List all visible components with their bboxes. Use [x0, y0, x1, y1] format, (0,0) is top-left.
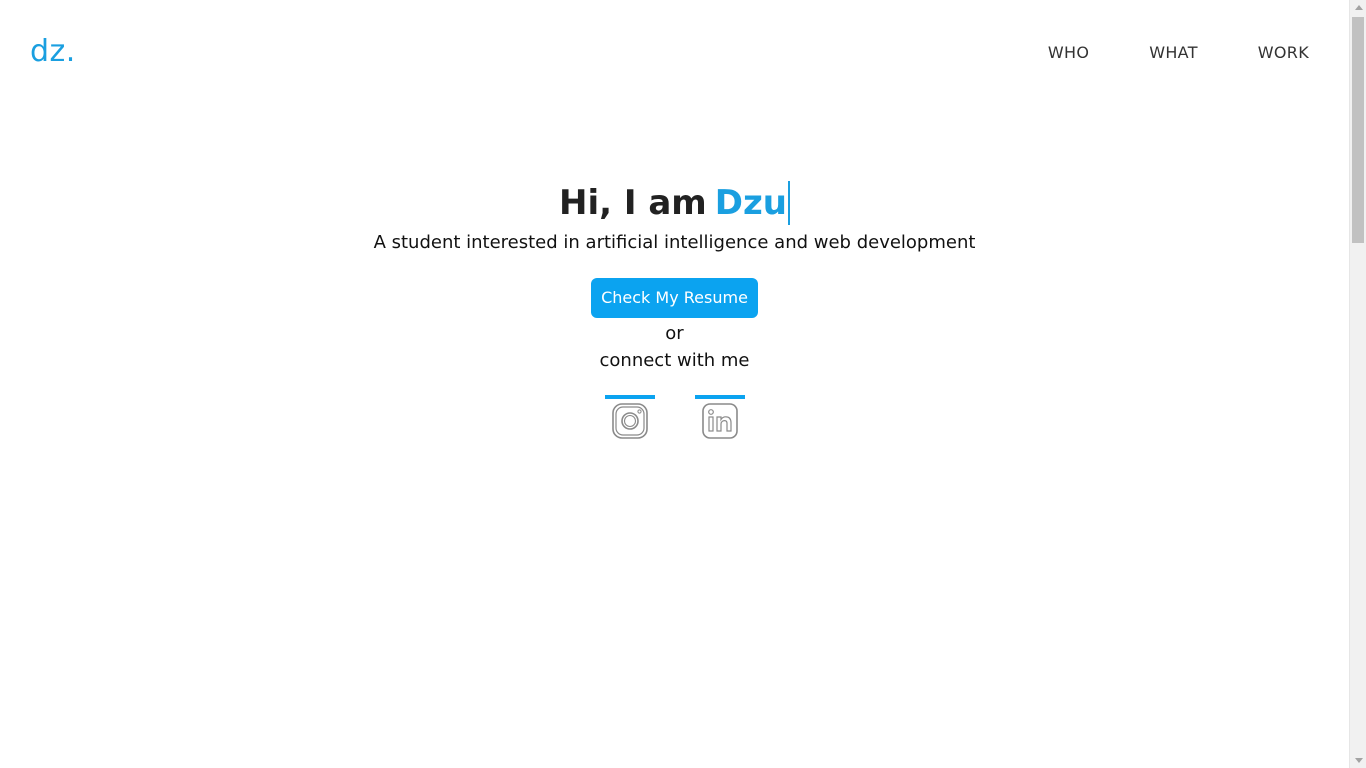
hero-subtitle: A student interested in artificial intel… — [373, 232, 976, 253]
linkedin-link[interactable] — [694, 395, 745, 441]
hero-section: Hi, I am Dzu A student interested in art… — [0, 178, 1349, 441]
or-text: or — [665, 323, 684, 344]
nav-item-what: WHAT — [1149, 43, 1198, 63]
nav-link-who[interactable]: WHO — [1048, 43, 1089, 62]
page: dz. WHO WHAT WORK Hi, I am Dzu A student… — [0, 0, 1366, 768]
social-links — [604, 395, 745, 441]
linkedin-accent-bar — [694, 395, 745, 399]
nav-item-work: WORK — [1258, 43, 1309, 63]
scrollbar-thumb[interactable] — [1352, 17, 1364, 243]
nav-link-what[interactable]: WHAT — [1149, 43, 1198, 62]
linkedin-icon — [701, 403, 738, 439]
scroll-up-arrow-icon[interactable] — [1355, 5, 1363, 10]
instagram-link[interactable] — [604, 395, 655, 441]
nav-link-work[interactable]: WORK — [1258, 43, 1309, 62]
typing-caret — [787, 181, 790, 225]
instagram-accent-bar — [604, 395, 655, 399]
logo-link[interactable]: dz. — [30, 34, 76, 70]
hero-name: Dzu — [714, 183, 787, 223]
hero-greeting: Hi, I am — [559, 183, 707, 223]
vertical-scrollbar[interactable] — [1349, 0, 1366, 768]
main-nav: WHO WHAT WORK — [1048, 43, 1309, 63]
connect-text: connect with me — [599, 350, 750, 371]
instagram-icon — [611, 403, 648, 439]
scroll-down-arrow-icon[interactable] — [1355, 758, 1363, 763]
main-content: dz. WHO WHAT WORK Hi, I am Dzu A student… — [0, 0, 1349, 768]
hero-title: Hi, I am Dzu — [559, 178, 790, 228]
check-resume-button[interactable]: Check My Resume — [591, 278, 758, 318]
nav-item-who: WHO — [1048, 43, 1089, 63]
